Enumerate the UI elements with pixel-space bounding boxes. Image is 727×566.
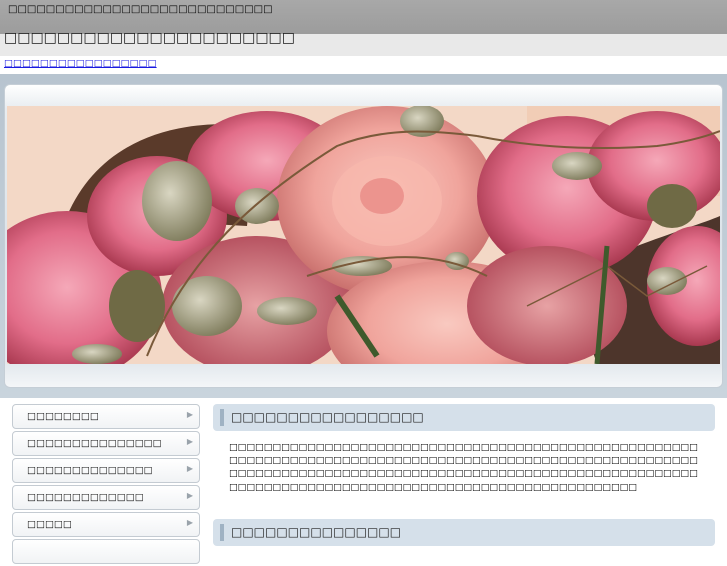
chevron-right-icon: ▶ (186, 410, 193, 419)
section-heading: □□□□□□□□□□□□□□□□□ (213, 404, 715, 431)
chevron-right-icon: ▶ (186, 464, 193, 473)
section-title-2: □□□□□□□□□□□□□□□ (231, 525, 402, 539)
heading-accent (220, 524, 224, 541)
sidebar-item-label: □□□□□ (27, 519, 72, 530)
title-bar: □□□□□□□□□□□□□□□□□□□□□□ (0, 30, 727, 56)
section-heading-2: □□□□□□□□□□□□□□□ (213, 519, 715, 546)
heading-accent (220, 409, 224, 426)
main-content: □□□□□□□□□□□□□□□□□ □□□□□□□□□□□□□□□□□□□□□□… (213, 404, 715, 546)
sidebar-item-3[interactable]: □□□□□□□□□□□□□□ ▶ (12, 458, 200, 483)
section-paragraph: □□□□□□□□□□□□□□□□□□□□□□□□□□□□□□□□□□□□□□□□… (229, 442, 698, 493)
sidebar-item-label: □□□□□□□□ (27, 411, 99, 422)
site-tagline: □□□□□□□□□□□□□□□□□□□□□□□□□□□□ (8, 4, 273, 15)
sidebar-item-6[interactable] (12, 539, 200, 564)
roses-illustration (7, 106, 720, 364)
chevron-right-icon: ▶ (186, 518, 193, 527)
chevron-right-icon: ▶ (186, 491, 193, 500)
link-bar: □□□□□□□□□□□□□□□□□ (0, 56, 727, 74)
sidebar-nav: □□□□□□□□ ▶ □□□□□□□□□□□□□□□ ▶ □□□□□□□□□□□… (12, 404, 200, 566)
sidebar-item-label: □□□□□□□□□□□□□□□ (27, 438, 162, 449)
top-bar: □□□□□□□□□□□□□□□□□□□□□□□□□□□□ (0, 0, 727, 34)
hero-frame (4, 84, 723, 388)
top-link[interactable]: □□□□□□□□□□□□□□□□□ (4, 58, 157, 69)
sidebar-item-label: □□□□□□□□□□□□□□ (27, 465, 153, 476)
chevron-right-icon: ▶ (186, 437, 193, 446)
sidebar-item-5[interactable]: □□□□□ ▶ (12, 512, 200, 537)
hero-section (0, 74, 727, 398)
sidebar-item-1[interactable]: □□□□□□□□ ▶ (12, 404, 200, 429)
sidebar-item-4[interactable]: □□□□□□□□□□□□□ ▶ (12, 485, 200, 510)
content-area: □□□□□□□□ ▶ □□□□□□□□□□□□□□□ ▶ □□□□□□□□□□□… (0, 398, 727, 564)
section-title: □□□□□□□□□□□□□□□□□ (231, 410, 424, 424)
roses-image (7, 106, 720, 364)
sidebar-item-2[interactable]: □□□□□□□□□□□□□□□ ▶ (12, 431, 200, 456)
sidebar-item-label: □□□□□□□□□□□□□ (27, 492, 144, 503)
site-title: □□□□□□□□□□□□□□□□□□□□□□ (4, 30, 296, 46)
